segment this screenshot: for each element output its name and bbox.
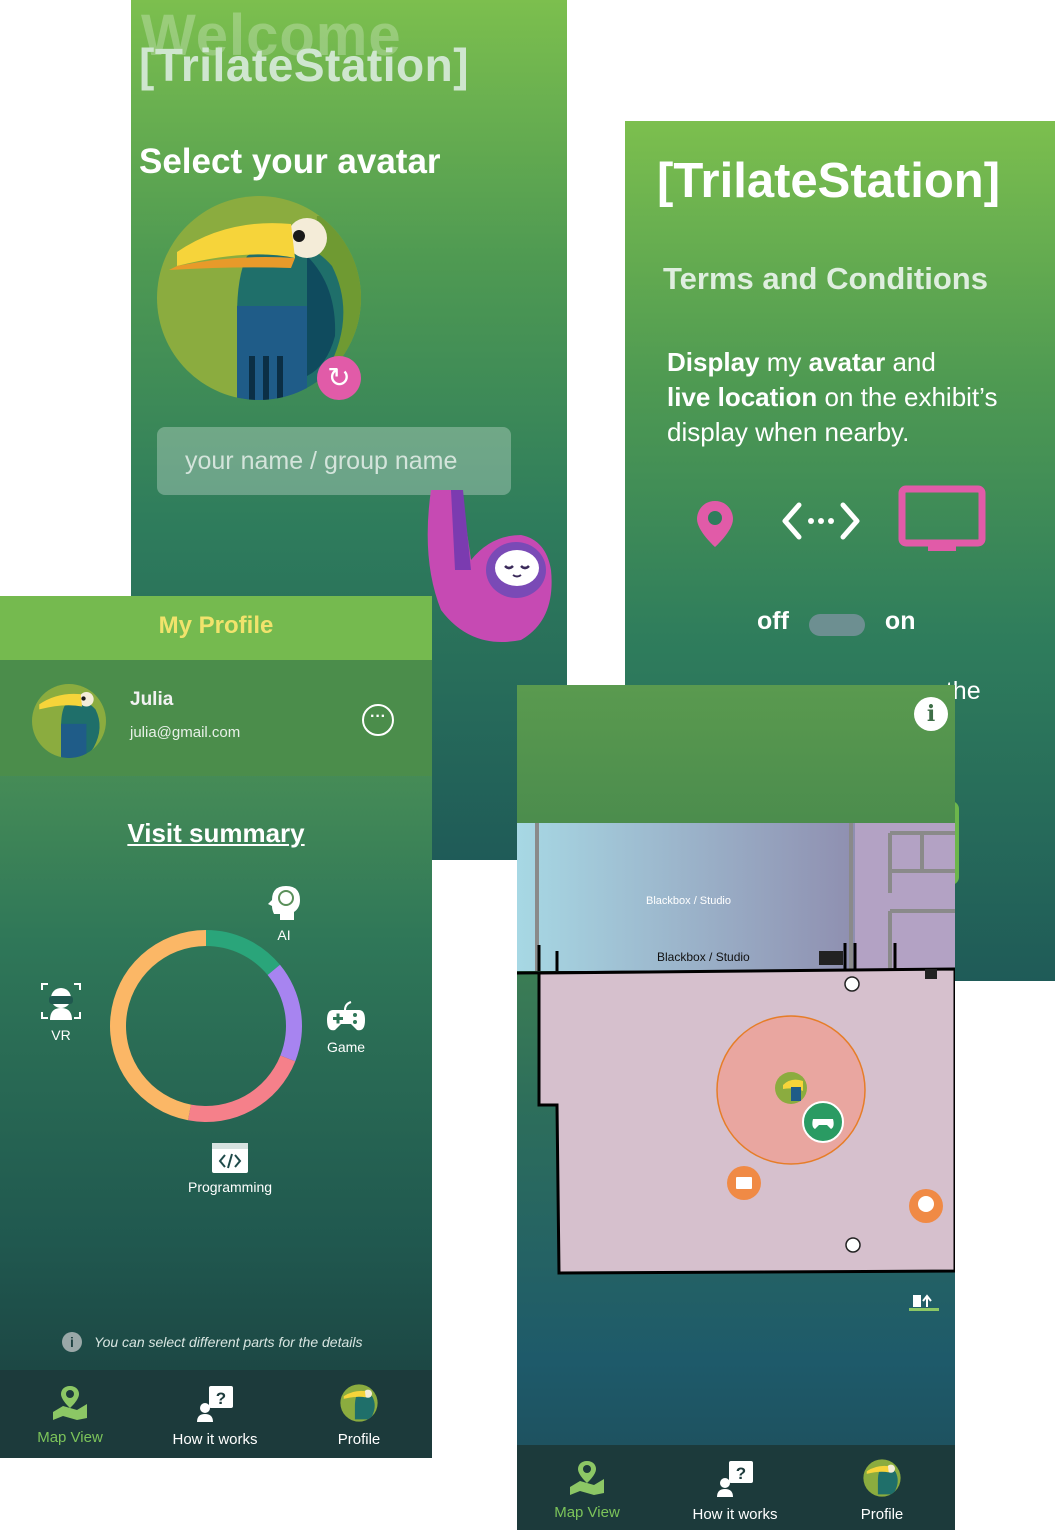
category-game[interactable]: Game xyxy=(320,1000,372,1055)
nav-how-it-works-label: How it works xyxy=(692,1506,778,1523)
profile-title: My Profile xyxy=(158,612,274,639)
nav-map-view-label: Map View xyxy=(37,1429,103,1446)
floor-plan[interactable] xyxy=(517,823,955,1283)
visit-summary-donut-chart[interactable] xyxy=(96,916,316,1136)
svg-text:?: ? xyxy=(216,1389,226,1408)
category-vr-label: VR xyxy=(51,1027,71,1043)
gamepad-icon xyxy=(327,1001,365,1031)
brand-title: [TrilateStation] xyxy=(657,154,1001,208)
brain-head-icon xyxy=(268,886,300,920)
terms-description: Display my avatar and live location on t… xyxy=(667,345,1037,450)
desc-bold-avatar: avatar xyxy=(808,347,886,377)
donut-slice-programming[interactable] xyxy=(188,1055,296,1122)
side-room-area xyxy=(855,823,955,971)
svg-text:?: ? xyxy=(736,1464,746,1483)
beacon-marker xyxy=(845,1237,861,1253)
profile-toucan-icon xyxy=(863,1459,901,1497)
nav-profile-label: Profile xyxy=(337,1431,381,1448)
exit-icon xyxy=(909,1294,939,1311)
profile-toucan-icon xyxy=(340,1384,378,1422)
category-ai[interactable]: AI xyxy=(262,882,306,943)
refresh-icon: ↻ xyxy=(327,361,351,394)
toucan-icon xyxy=(39,691,100,758)
profile-user-name: Julia xyxy=(130,689,174,710)
select-avatar-heading: Select your avatar xyxy=(139,142,441,181)
nav-profile-label: Profile xyxy=(860,1506,904,1523)
desc-bold-display: Display xyxy=(667,347,760,377)
category-vr[interactable]: VR xyxy=(34,982,88,1043)
more-options-button[interactable]: ··· xyxy=(362,704,394,736)
sloth-icon xyxy=(427,490,552,642)
bottom-navigation: Map View ? How it works Profile xyxy=(0,1370,432,1458)
info-icon: i xyxy=(62,1332,82,1352)
nav-profile[interactable]: Profile xyxy=(299,1384,419,1448)
room-label-upper: Blackbox / Studio xyxy=(646,895,731,907)
refresh-avatar-button[interactable]: ↻ xyxy=(317,356,361,400)
bag-icon xyxy=(925,969,937,979)
category-game-label: Game xyxy=(326,1039,366,1055)
terms-heading: Terms and Conditions xyxy=(663,261,988,296)
donut-slice-vr[interactable] xyxy=(109,930,206,1121)
vr-headset-icon xyxy=(41,983,81,1020)
toggle-on-label: on xyxy=(884,607,916,635)
map-icon xyxy=(570,1461,604,1495)
brand-title: [TrilateStation] xyxy=(139,39,470,91)
profile-hint-text: You can select different parts for the d… xyxy=(94,1334,363,1350)
nav-how-it-works-label: How it works xyxy=(172,1431,258,1448)
toggle-off-label: off xyxy=(757,607,789,635)
bottom-navigation: Map View ? How it works Profile xyxy=(517,1445,955,1530)
more-dots-icon: ··· xyxy=(370,708,386,725)
category-programming-label: Programming xyxy=(187,1179,273,1195)
help-question-icon: ? xyxy=(197,1386,233,1422)
desc-text-2: and xyxy=(885,347,936,377)
profile-avatar xyxy=(32,684,106,758)
profile-screen: My Profile Julia julia@gmail.com ··· Vis… xyxy=(0,596,432,1458)
desc-bold-location: live location xyxy=(667,382,818,412)
location-pin-icon xyxy=(697,501,733,547)
info-button[interactable]: i xyxy=(914,697,948,731)
category-ai-label: AI xyxy=(277,927,291,943)
room-label: Blackbox / Studio xyxy=(657,950,750,964)
beacon-marker xyxy=(844,976,860,992)
nav-how-it-works[interactable]: ? How it works xyxy=(155,1384,275,1448)
category-programming[interactable]: Programming xyxy=(180,1142,280,1195)
nav-map-view-label: Map View xyxy=(554,1504,620,1521)
nav-map-view[interactable]: Map View xyxy=(10,1384,130,1446)
display-monitor-icon xyxy=(898,485,986,551)
desc-text-1: my xyxy=(759,347,809,377)
map-icon xyxy=(53,1386,87,1420)
donut-slice-game[interactable] xyxy=(267,964,302,1062)
code-window-icon xyxy=(212,1143,248,1173)
visit-summary-title: Visit summary xyxy=(127,818,305,848)
radio-icon xyxy=(819,951,843,965)
visibility-toggle-row: off on xyxy=(757,607,915,639)
nav-profile[interactable]: Profile xyxy=(822,1459,942,1523)
map-screen: i Blackbox / Studio Blackbox / Studio Ma… xyxy=(517,685,955,1530)
connection-icon xyxy=(782,502,860,540)
visibility-toggle[interactable] xyxy=(808,613,865,636)
help-question-icon: ? xyxy=(717,1461,753,1497)
nav-map-view[interactable]: Map View xyxy=(527,1459,647,1521)
nav-how-it-works[interactable]: ? How it works xyxy=(675,1459,795,1523)
profile-user-email: julia@gmail.com xyxy=(130,724,241,741)
